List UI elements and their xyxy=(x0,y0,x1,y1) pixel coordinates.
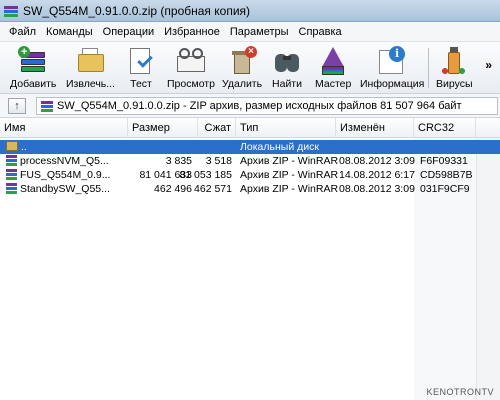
toolbar-overflow-icon[interactable]: » xyxy=(485,58,492,72)
row-crc32: 031F9CF9 xyxy=(420,183,470,195)
menu-commands[interactable]: Команды xyxy=(41,26,98,38)
virus-scan-button[interactable]: Вирусы xyxy=(436,44,473,92)
column-size[interactable]: Размер xyxy=(128,118,198,138)
wizard-button[interactable]: Мастер xyxy=(315,44,351,92)
row-name: StandbySW_Q55... xyxy=(20,183,110,195)
table-row[interactable]: processNVM_Q5... 3 835 3 518 Архив ZIP -… xyxy=(0,154,500,168)
archive-path-text: SW_Q554M_0.91.0.0.zip - ZIP архив, разме… xyxy=(57,100,462,112)
virus-medicine-icon xyxy=(439,46,469,76)
column-type[interactable]: Тип xyxy=(236,118,336,138)
zip-file-icon xyxy=(6,169,17,180)
zip-archive-icon xyxy=(41,100,53,112)
row-packed: 462 571 xyxy=(194,183,232,195)
watermark-text: KENOTRONTV xyxy=(426,387,494,397)
delete-button[interactable]: × Удалить xyxy=(222,44,262,92)
add-button[interactable]: + Добавить xyxy=(10,44,56,92)
column-name[interactable]: Имя xyxy=(0,118,128,138)
row-modified: 08.08.2012 3:09 xyxy=(339,155,415,167)
title-bar: SW_Q554M_0.91.0.0.zip (пробная копия) xyxy=(0,0,500,22)
column-header-row: Имя Размер Сжат Тип Изменён CRC32 xyxy=(0,118,500,138)
view-glasses-icon xyxy=(176,46,206,76)
row-crc32: CD598B7B xyxy=(420,169,473,181)
zip-file-icon xyxy=(6,183,17,194)
column-modified[interactable]: Изменён xyxy=(336,118,414,138)
row-name: .. xyxy=(21,141,27,153)
row-packed: 3 518 xyxy=(205,155,232,167)
zip-file-icon xyxy=(6,155,17,166)
find-button[interactable]: Найти xyxy=(272,44,302,92)
delete-bin-icon: × xyxy=(227,46,258,76)
info-icon: i xyxy=(377,46,407,76)
row-type: Локальный диск xyxy=(240,141,319,153)
row-name: FUS_Q554M_0.9... xyxy=(20,169,111,181)
file-list[interactable]: Имя Размер Сжат Тип Изменён CRC32 .. Лок… xyxy=(0,118,500,400)
test-button[interactable]: Тест xyxy=(126,44,156,92)
extract-folder-icon xyxy=(76,46,106,76)
column-crc32[interactable]: CRC32 xyxy=(414,118,476,138)
binoculars-icon xyxy=(272,46,302,76)
parent-folder-icon xyxy=(6,141,18,151)
toolbar: + Добавить Извлечь... Тест Просмотр × Уд… xyxy=(0,42,500,94)
window-title: SW_Q554M_0.91.0.0.zip (пробная копия) xyxy=(23,3,251,18)
toolbar-separator xyxy=(428,48,429,88)
winrar-icon xyxy=(4,4,18,18)
menu-file[interactable]: Файл xyxy=(4,26,41,38)
row-packed: 81 053 185 xyxy=(179,169,232,181)
test-checkmark-icon xyxy=(126,46,156,76)
extract-button[interactable]: Извлечь... xyxy=(66,44,115,92)
menu-favorites[interactable]: Избранное xyxy=(159,26,225,38)
wizard-hat-icon xyxy=(318,46,348,76)
menu-bar: Файл Команды Операции Избранное Параметр… xyxy=(0,22,500,42)
table-row-parent[interactable]: .. Локальный диск xyxy=(0,140,500,154)
row-crc32: F6F09331 xyxy=(420,155,468,167)
menu-help[interactable]: Справка xyxy=(294,26,347,38)
row-type: Архив ZIP - WinRAR xyxy=(240,169,338,181)
up-arrow-icon[interactable]: ↑ xyxy=(8,98,26,114)
table-row[interactable]: StandbySW_Q55... 462 496 462 571 Архив Z… xyxy=(0,182,500,196)
row-type: Архив ZIP - WinRAR xyxy=(240,183,338,195)
row-name: processNVM_Q5... xyxy=(20,155,109,167)
add-archive-icon: + xyxy=(18,46,48,76)
view-button[interactable]: Просмотр xyxy=(167,44,215,92)
info-button[interactable]: i Информация xyxy=(360,44,424,92)
menu-options[interactable]: Параметры xyxy=(225,26,294,38)
table-row[interactable]: FUS_Q554M_0.9... 81 041 633 81 053 185 А… xyxy=(0,168,500,182)
address-bar: ↑ SW_Q554M_0.91.0.0.zip - ZIP архив, раз… xyxy=(0,94,500,118)
row-type: Архив ZIP - WinRAR xyxy=(240,155,338,167)
column-packed[interactable]: Сжат xyxy=(198,118,236,138)
menu-operations[interactable]: Операции xyxy=(98,26,159,38)
row-modified: 08.08.2012 3:09 xyxy=(339,183,415,195)
row-modified: 14.08.2012 6:17 xyxy=(339,169,415,181)
archive-path-field[interactable]: SW_Q554M_0.91.0.0.zip - ZIP архив, разме… xyxy=(36,97,498,115)
